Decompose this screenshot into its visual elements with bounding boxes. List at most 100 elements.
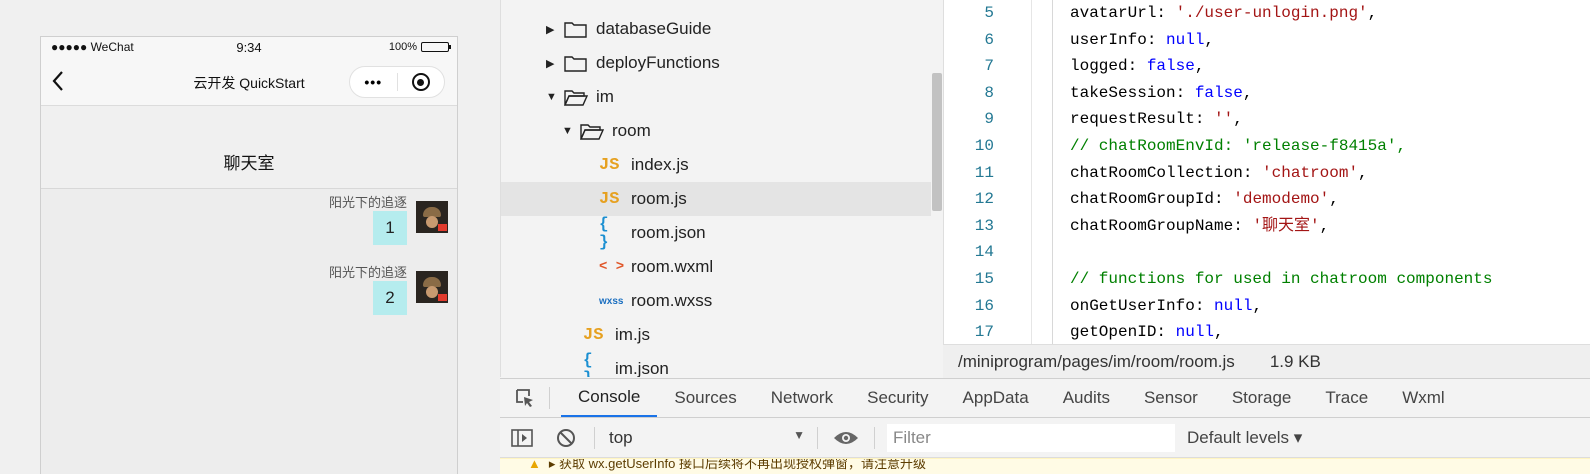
line-number: 7 <box>984 57 994 76</box>
close-miniprogram-button[interactable] <box>397 73 444 91</box>
caret-down-icon[interactable]: ▼ <box>546 91 558 103</box>
code-value: null <box>1166 30 1205 49</box>
code-line: 15 // functions for used in chatroom comp… <box>944 266 1590 293</box>
code-line: 6 userInfo: null, <box>944 27 1590 54</box>
tree-scrollbar[interactable] <box>931 0 943 377</box>
line-number: 13 <box>974 216 994 235</box>
line-number: 17 <box>974 323 994 342</box>
file-info-bar: /miniprogram/pages/im/room/room.js 1.9 K… <box>943 344 1590 378</box>
folder-icon <box>564 21 596 38</box>
avatar[interactable] <box>416 201 448 233</box>
tab-sources[interactable]: Sources <box>657 379 753 417</box>
code-line: 10 // chatRoomEnvId: 'release-f8415a', <box>944 133 1590 160</box>
code-editor[interactable]: 5 avatarUrl: './user-unlogin.png', 6 userIn… <box>943 0 1590 344</box>
code-line: 12 chatRoomGroupId: 'demodemo', <box>944 186 1590 213</box>
code-key: logged: <box>1070 57 1147 76</box>
sidebar-toggle-icon[interactable] <box>500 428 544 447</box>
js-file-icon: JS <box>599 155 620 175</box>
log-levels-dropdown[interactable]: Default levels ▾ <box>1187 428 1302 448</box>
message-list: 阳光下的追逐 1 阳光下的追逐 2 <box>41 189 457 329</box>
tab-console[interactable]: Console <box>561 379 658 417</box>
nav-bar: 云开发 QuickStart ••• <box>41 58 457 106</box>
console-warning-row: ▲ ▸ 获取 wx.getUserInfo 接口后续将不再出现授权弹窗，请注意升级 <box>500 458 1590 474</box>
tree-item-room-wxml[interactable]: < > room.wxml <box>501 250 931 284</box>
tree-item-room-js[interactable]: JS room.js <box>501 182 931 216</box>
wxml-file-icon: < > <box>599 259 625 275</box>
wxss-file-icon: wxss <box>599 295 624 307</box>
caret-down-icon[interactable]: ▼ <box>562 125 574 137</box>
tree-item-index-js[interactable]: JS index.js <box>501 148 931 182</box>
tab-sensor[interactable]: Sensor <box>1127 379 1215 417</box>
menu-capsule: ••• <box>349 66 445 98</box>
code-key: chatRoomGroupName: <box>1070 216 1253 235</box>
tree-item-label: deployFunctions <box>596 53 720 72</box>
tree-item-room-json[interactable]: { } room.json <box>501 215 931 251</box>
tree-item-im[interactable]: ▼ im <box>501 80 931 114</box>
inspect-element-icon[interactable] <box>500 387 550 409</box>
code-key: userInfo: <box>1070 30 1167 49</box>
tab-storage[interactable]: Storage <box>1215 379 1309 417</box>
code-value: null <box>1175 323 1215 342</box>
tree-item-im-js[interactable]: JS im.js <box>501 318 931 352</box>
code-punct: , <box>1319 216 1330 235</box>
code-value: // functions for used in chatroom compon… <box>1070 270 1493 288</box>
caret-right-icon[interactable]: ▶ <box>546 57 558 70</box>
tab-trace[interactable]: Trace <box>1308 379 1385 417</box>
code-key: chatRoomGroupId: <box>1070 190 1234 209</box>
tree-item-label: room <box>612 121 651 140</box>
tree-item-label: im.js <box>615 325 650 344</box>
tree-item-label: room.js <box>631 189 687 208</box>
target-circle-icon <box>411 73 430 91</box>
toolbar-divider <box>874 426 875 449</box>
code-text: logged: false, <box>1070 53 1204 80</box>
tab-wxml[interactable]: Wxml <box>1385 379 1461 417</box>
more-dots-icon[interactable]: ••• <box>350 74 397 90</box>
code-key: takeSession: <box>1070 83 1195 102</box>
tree-item-label: room.wxss <box>631 291 713 310</box>
tab-audits[interactable]: Audits <box>1046 379 1127 417</box>
tree-item-deployfunctions[interactable]: ▶ deployFunctions <box>501 46 931 80</box>
line-number: 5 <box>984 4 994 22</box>
tree-scroll-thumb[interactable] <box>932 73 942 211</box>
message-bubble[interactable]: 1 <box>373 211 407 245</box>
sender-nickname: 阳光下的追逐 <box>328 265 407 280</box>
devtools-tabs: Console Sources Network Security AppData Audi… <box>550 379 1462 417</box>
console-toolbar: top ▼ Default levels ▾ <box>500 418 1590 458</box>
file-size: 1.9 KB <box>1269 351 1321 371</box>
tab-security[interactable]: Security <box>850 379 945 417</box>
code-text: chatRoomCollection: 'chatroom', <box>1070 160 1368 187</box>
tab-appdata[interactable]: AppData <box>946 379 1046 417</box>
code-key: chatRoomCollection: <box>1070 163 1263 182</box>
file-path: /miniprogram/pages/im/room/room.js <box>958 351 1235 371</box>
line-number: 14 <box>974 243 994 262</box>
chat-message: 阳光下的追逐 1 <box>41 189 457 259</box>
avatar-flag <box>438 294 447 301</box>
code-line: 14 <box>944 239 1590 266</box>
avatar-face <box>426 286 438 298</box>
code-text: chatRoomGroupId: 'demodemo', <box>1070 186 1339 213</box>
status-bar: ●●●●● WeChat 9:34 100% <box>41 37 457 58</box>
code-value: 'demodemo' <box>1233 190 1330 209</box>
eye-icon[interactable] <box>824 430 868 446</box>
avatar[interactable] <box>416 271 448 303</box>
tree-item-label: im.json <box>615 359 669 377</box>
tree-item-room[interactable]: ▼ room <box>501 114 931 148</box>
simulator-panel: ●●●●● WeChat 9:34 100% 云开发 QuickStart ••… <box>0 0 500 474</box>
caret-right-icon[interactable]: ▶ <box>546 23 558 36</box>
battery-percent: 100% <box>388 41 417 53</box>
code-line: 5 avatarUrl: './user-unlogin.png', <box>944 0 1590 27</box>
tab-network[interactable]: Network <box>754 379 850 417</box>
tree-item-databaseguide[interactable]: ▶ databaseGuide <box>501 12 931 46</box>
code-line: 8 takeSession: false, <box>944 80 1590 107</box>
message-bubble[interactable]: 2 <box>373 281 407 315</box>
code-line: 16 onGetUserInfo: null, <box>944 293 1590 320</box>
filter-input[interactable] <box>887 423 1175 452</box>
tree-item-room-wxss[interactable]: wxss room.wxss <box>501 284 931 318</box>
clear-console-icon[interactable] <box>544 428 588 448</box>
tree-item-im-json[interactable]: { } im.json <box>501 351 931 377</box>
tree-item-label: index.js <box>631 155 689 174</box>
context-selector[interactable]: top ▼ <box>601 428 811 448</box>
code-line: 17 getOpenID: null, <box>944 319 1590 344</box>
code-key: requestResult: <box>1070 110 1215 129</box>
code-value: // chatRoomEnvId: 'release-f8415a', <box>1070 137 1407 155</box>
